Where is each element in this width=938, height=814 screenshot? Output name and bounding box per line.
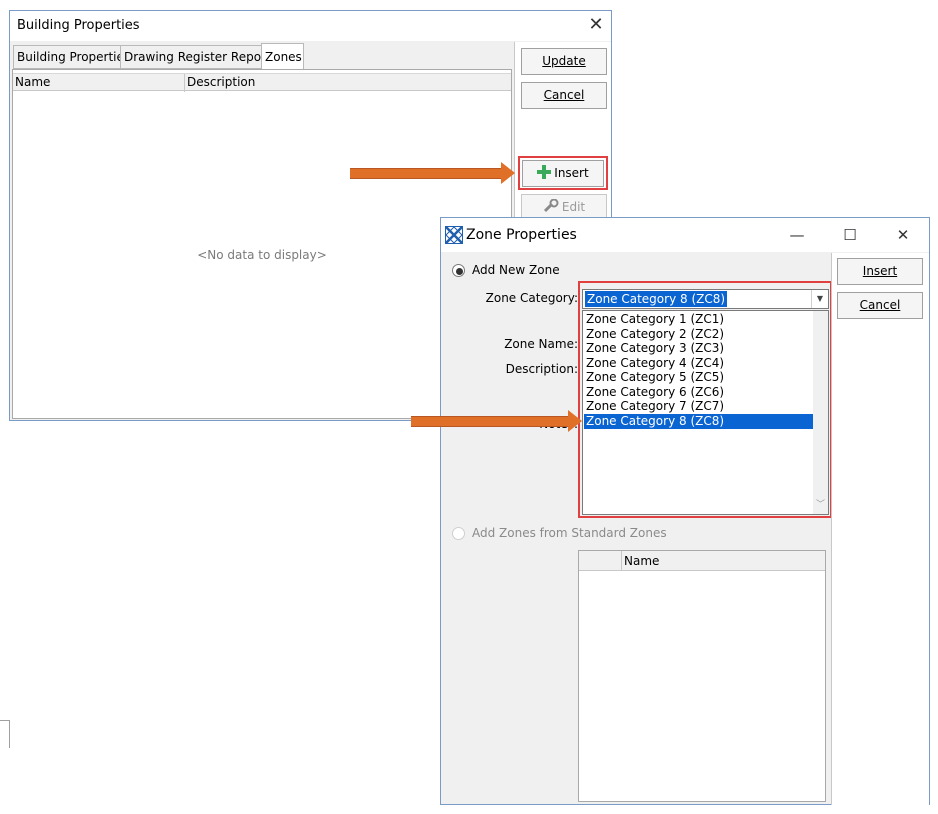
grid-header: Name Description <box>13 73 511 92</box>
close-icon[interactable]: ✕ <box>883 222 923 248</box>
add-new-zone-radio[interactable] <box>452 264 465 277</box>
tab-zones[interactable]: Zones <box>261 43 304 70</box>
tab-building-properties[interactable]: Building Properties <box>13 45 130 69</box>
background-window-edge <box>0 720 10 748</box>
insert-button[interactable]: Insert <box>522 160 604 187</box>
add-from-standard-label: Add Zones from Standard Zones <box>472 526 667 540</box>
wrench-icon <box>543 198 559 213</box>
close-icon[interactable]: ✕ <box>584 14 608 36</box>
list-item-selected[interactable]: Zone Category 8 (ZC8) <box>584 413 827 429</box>
zone-category-select[interactable]: Zone Category 8 (ZC8) ▼ <box>582 289 829 309</box>
zone-category-selected-value: Zone Category 8 (ZC8) <box>585 291 728 307</box>
zones-grid[interactable]: Name Description <No data to display> <box>12 69 512 419</box>
zone-app-icon <box>445 226 463 244</box>
maximize-icon[interactable]: ☐ <box>830 222 870 248</box>
empty-grid-message: <No data to display> <box>197 248 327 262</box>
scrollbar[interactable]: ﹀ <box>813 311 828 514</box>
title-bar: Zone Properties — ☐ ✕ <box>441 218 929 252</box>
tab-drawing-register-report[interactable]: Drawing Register Report <box>120 45 271 69</box>
column-header-name[interactable]: Name <box>622 551 825 571</box>
window-title: Building Properties <box>17 18 140 33</box>
chevron-down-icon[interactable]: ﹀ <box>816 497 825 510</box>
standard-zones-grid[interactable]: Name <box>578 550 826 802</box>
column-header-description[interactable]: Description <box>185 74 511 92</box>
zone-name-label: Zone Name: <box>504 337 578 351</box>
list-item[interactable]: Zone Category 7 (ZC7) <box>584 399 813 414</box>
zone-category-label: Zone Category: <box>485 291 578 305</box>
chevron-down-icon[interactable]: ▼ <box>811 290 828 308</box>
cancel-button[interactable]: Cancel <box>837 292 923 319</box>
column-header-name[interactable]: Name <box>13 74 185 92</box>
insert-button[interactable]: Insert <box>837 258 923 285</box>
cancel-button[interactable]: Cancel <box>521 82 607 109</box>
list-item[interactable]: Zone Category 5 (ZC5) <box>584 370 813 385</box>
update-button[interactable]: Update <box>521 48 607 75</box>
zone-category-dropdown-list[interactable]: Zone Category 1 (ZC1) Zone Category 2 (Z… <box>582 310 829 515</box>
list-item[interactable]: Zone Category 6 (ZC6) <box>584 385 813 400</box>
description-label: Description: <box>505 362 578 376</box>
minimize-icon[interactable]: — <box>777 222 817 248</box>
zone-properties-window: Zone Properties — ☐ ✕ Add New Zone Zone … <box>440 217 930 805</box>
add-from-standard-radio[interactable] <box>452 527 465 540</box>
grid-header: Name <box>579 551 825 571</box>
plus-icon <box>537 165 552 179</box>
list-item[interactable]: Zone Category 4 (ZC4) <box>584 356 813 371</box>
list-item[interactable]: Zone Category 2 (ZC2) <box>584 327 813 342</box>
button-panel: Insert Cancel <box>831 253 929 805</box>
add-new-zone-label: Add New Zone <box>472 263 560 277</box>
window-title: Zone Properties <box>466 227 577 243</box>
title-bar: Building Properties ✕ <box>10 11 611 41</box>
list-item[interactable]: Zone Category 1 (ZC1) <box>584 312 813 327</box>
column-header-indicator <box>579 551 622 571</box>
list-item[interactable]: Zone Category 3 (ZC3) <box>584 341 813 356</box>
